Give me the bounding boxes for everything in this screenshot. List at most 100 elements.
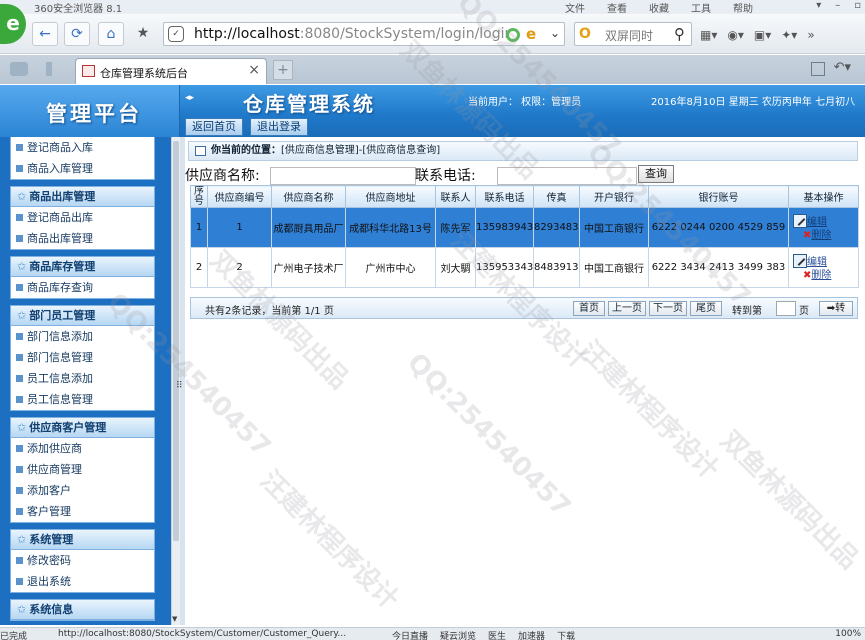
collapse-sidebar-icon[interactable]: ◂▸ [185, 93, 194, 103]
extensions-icon[interactable]: ✦▾ [781, 28, 797, 42]
sidebar-item-manage-department[interactable]: 部门信息管理 [11, 347, 154, 368]
phone-input[interactable] [497, 167, 637, 185]
favorite-button[interactable]: ★ [130, 22, 156, 46]
apps-icon[interactable]: ▦▾ [700, 28, 717, 42]
goto-page-button[interactable]: ➡转 [819, 301, 853, 316]
address-dropdown-icon[interactable]: ⌄ [550, 26, 560, 40]
home-button[interactable]: ⌂ [98, 22, 124, 46]
next-page-button[interactable]: 下一页 [649, 301, 687, 316]
browser-menu-bar: 文件 查看 收藏 工具 帮助 [565, 0, 753, 15]
shield-guard-icon[interactable]: ◉▾ [727, 28, 744, 42]
status-live[interactable]: 今日直播 [392, 629, 428, 640]
sidebar-group-header[interactable]: ✩ 系统信息 [11, 600, 154, 620]
sidebar-item-inventory-query[interactable]: 商品库存查询 [11, 277, 154, 298]
supplier-table: 序号 供应商编号 供应商名称 供应商地址 联系人 联系电话 传真 开户银行 银行… [190, 185, 859, 288]
sidebar-item-register-stock-in[interactable]: 登记商品入库 [11, 137, 154, 158]
sidebar-item-manage-employee[interactable]: 员工信息管理 [11, 389, 154, 410]
status-accelerator[interactable]: 加速器 [518, 629, 545, 640]
adblock-icon[interactable]: ▣▾ [754, 28, 771, 42]
splitter-grip-icon[interactable]: ⠿ [176, 381, 183, 391]
menu-tools[interactable]: 工具 [691, 0, 711, 15]
supplier-name-input[interactable] [270, 167, 416, 185]
breadcrumb-label: 你当前的位置： [211, 145, 281, 156]
table-row[interactable]: 1 1 成都厨具用品厂 成都科华北路13号 陈先军 13598394383 82… [190, 207, 859, 248]
cloud-icon[interactable] [10, 62, 28, 76]
sidebar-group-title: 系统管理 [29, 533, 74, 546]
location-icon [195, 146, 206, 156]
maximize-icon[interactable]: ▫ [854, 0, 861, 11]
menu-file[interactable]: 文件 [565, 0, 585, 15]
last-page-button[interactable]: 尾页 [690, 301, 722, 316]
sidebar-item-stock-in-manage[interactable]: 商品入库管理 [11, 158, 154, 179]
search-icon[interactable]: ⚲ [674, 25, 685, 43]
home-page-button[interactable]: 返回首页 [185, 118, 243, 136]
delete-link[interactable]: 删除 [811, 230, 831, 241]
undo-close-icon[interactable]: ↶▾ [834, 60, 851, 75]
goto-page-input[interactable] [776, 301, 796, 316]
new-tab-button[interactable]: + [273, 60, 293, 80]
goto-label: 转到第 [732, 306, 762, 317]
edit-link[interactable]: 编辑 [807, 257, 827, 268]
scrollbar-thumb[interactable] [173, 141, 179, 541]
zoom-level[interactable]: 100% [835, 629, 861, 639]
search-box[interactable]: O 双屏同时 ⚲ [574, 22, 692, 46]
menu-view[interactable]: 查看 [607, 0, 627, 15]
sidebar-item-register-stock-out[interactable]: 登记商品出库 [11, 207, 154, 228]
url-path: :8080/StockSystem/login/logir [299, 26, 511, 42]
sidebar-item-label: 登记商品出库 [27, 211, 93, 224]
system-title: 仓库管理系统 [243, 92, 375, 116]
sidebar-item-add-customer[interactable]: 添加客户 [11, 480, 154, 501]
address-bar[interactable]: ✓ http://localhost:8080/StockSystem/logi… [163, 22, 565, 46]
star-icon: ✩ [17, 421, 27, 434]
status-browse[interactable]: 疑云浏览 [440, 629, 476, 640]
star-icon: ✩ [17, 533, 27, 546]
restore-tabs-icon[interactable] [811, 62, 825, 76]
bullet-icon [16, 557, 23, 564]
minimize-icon[interactable]: – [835, 0, 840, 11]
sidebar-item-label: 员工信息管理 [27, 393, 93, 406]
close-tab-icon[interactable]: × [248, 62, 260, 78]
sidebar-item-change-password[interactable]: 修改密码 [11, 550, 154, 571]
logout-button[interactable]: 退出登录 [250, 118, 308, 136]
sidebar-item-add-employee[interactable]: 员工信息添加 [11, 368, 154, 389]
scroll-down-icon[interactable]: ▼ [172, 615, 177, 623]
more-icon[interactable]: » [807, 28, 814, 42]
sidebar-item-add-department[interactable]: 部门信息添加 [11, 326, 154, 347]
brand-box: 管理平台 [0, 85, 180, 137]
sidebar-group-header[interactable]: ✩ 商品库存管理 [11, 257, 154, 277]
compat-mode-icon[interactable] [506, 28, 520, 42]
first-page-button[interactable]: 首页 [573, 301, 605, 316]
edit-icon[interactable] [793, 213, 807, 228]
search-input[interactable]: 双屏同时 [605, 27, 653, 44]
prev-page-button[interactable]: 上一页 [608, 301, 646, 316]
sidebar-group-title: 部门员工管理 [29, 309, 96, 322]
address-url[interactable]: http://localhost:8080/StockSystem/login/… [194, 26, 510, 42]
query-button[interactable]: 查询 [638, 165, 674, 183]
sidebar-item-stock-out-manage[interactable]: 商品出库管理 [11, 228, 154, 249]
pin-icon[interactable]: ▾ [816, 0, 821, 11]
tab-warehouse-admin[interactable]: 仓库管理系统后台 × [75, 58, 267, 84]
back-button[interactable]: ← [32, 22, 58, 46]
sidebar-group-header[interactable]: ✩ 供应商客户管理 [11, 418, 154, 438]
status-doctor[interactable]: 医生 [488, 629, 506, 640]
sidebar-group-header[interactable]: ✩ 商品出库管理 [11, 187, 154, 207]
sidebar-group-header[interactable]: ✩ 系统管理 [11, 530, 154, 550]
sidebar-item-exit-system[interactable]: 退出系统 [11, 571, 154, 592]
table-row[interactable]: 2 2 广州电子技术厂 广州市中心 刘大騆 13595334383 848391… [190, 247, 859, 288]
edit-link[interactable]: 编辑 [807, 217, 827, 228]
refresh-button[interactable]: ⟳ [64, 22, 90, 46]
search-engine-icon[interactable]: O [579, 26, 591, 42]
sidebar-item-manage-customer[interactable]: 客户管理 [11, 501, 154, 522]
status-download[interactable]: 下载 [557, 629, 575, 640]
sidebar: 登记商品入库 商品入库管理 ✩ 商品出库管理 登记商品出库 商品出库管理 ✩ 商品库… [0, 137, 180, 625]
sidebar-item-add-supplier[interactable]: 添加供应商 [11, 438, 154, 459]
sidebar-item-manage-supplier[interactable]: 供应商管理 [11, 459, 154, 480]
delete-link[interactable]: 删除 [811, 270, 831, 281]
menu-favorites[interactable]: 收藏 [649, 0, 669, 15]
sidebar-group-header[interactable]: ✩ 部门员工管理 [11, 306, 154, 326]
menu-help[interactable]: 帮助 [733, 0, 753, 15]
ie-engine-icon[interactable]: e [526, 25, 536, 43]
table-header-row: 序号 供应商编号 供应商名称 供应商地址 联系人 联系电话 传真 开户银行 银行… [190, 185, 859, 208]
sidebar-toggle-icon[interactable] [46, 62, 52, 76]
edit-icon[interactable] [793, 253, 807, 268]
